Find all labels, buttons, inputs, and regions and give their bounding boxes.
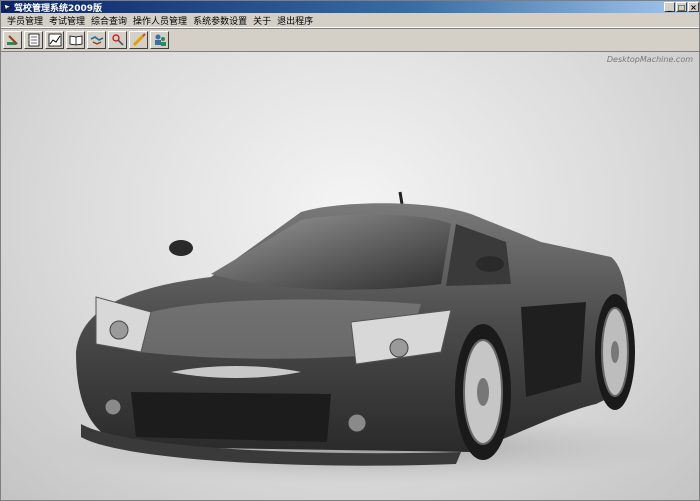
book-icon[interactable] [66, 31, 85, 49]
notebook-icon[interactable] [24, 31, 43, 49]
menu-exam-management[interactable]: 考试管理 [46, 14, 88, 27]
minimize-button[interactable]: _ [664, 2, 675, 12]
toolbar [1, 28, 699, 52]
menu-system-settings[interactable]: 系统参数设置 [190, 14, 250, 27]
car-image [31, 191, 691, 485]
maximize-button[interactable]: □ [676, 2, 687, 12]
window-title: 驾校管理系统2009版 [14, 3, 103, 14]
title-bar[interactable]: 驾校管理系统2009版 _ □ × [1, 1, 699, 14]
edit-icon[interactable] [3, 31, 22, 49]
menu-student-management[interactable]: 学员管理 [4, 14, 46, 27]
menu-bar: 学员管理 考试管理 综合查询 操作人员管理 系统参数设置 关于 退出程序 [1, 13, 699, 28]
menu-exit[interactable]: 退出程序 [274, 14, 316, 27]
handshake-icon[interactable] [87, 31, 106, 49]
app-window: 驾校管理系统2009版 _ □ × 学员管理 考试管理 综合查询 操作人员管理 … [0, 0, 700, 501]
menu-about[interactable]: 关于 [250, 14, 274, 27]
close-button[interactable]: × [688, 2, 699, 12]
pencil-icon[interactable] [129, 31, 148, 49]
tools-icon[interactable] [108, 31, 127, 49]
menu-query[interactable]: 综合查询 [88, 14, 130, 27]
main-content-area: DesktopMachine.com [1, 52, 699, 500]
app-icon [3, 2, 12, 12]
users-icon[interactable] [150, 31, 169, 49]
menu-operator-management[interactable]: 操作人员管理 [130, 14, 190, 27]
chart-icon[interactable] [45, 31, 64, 49]
